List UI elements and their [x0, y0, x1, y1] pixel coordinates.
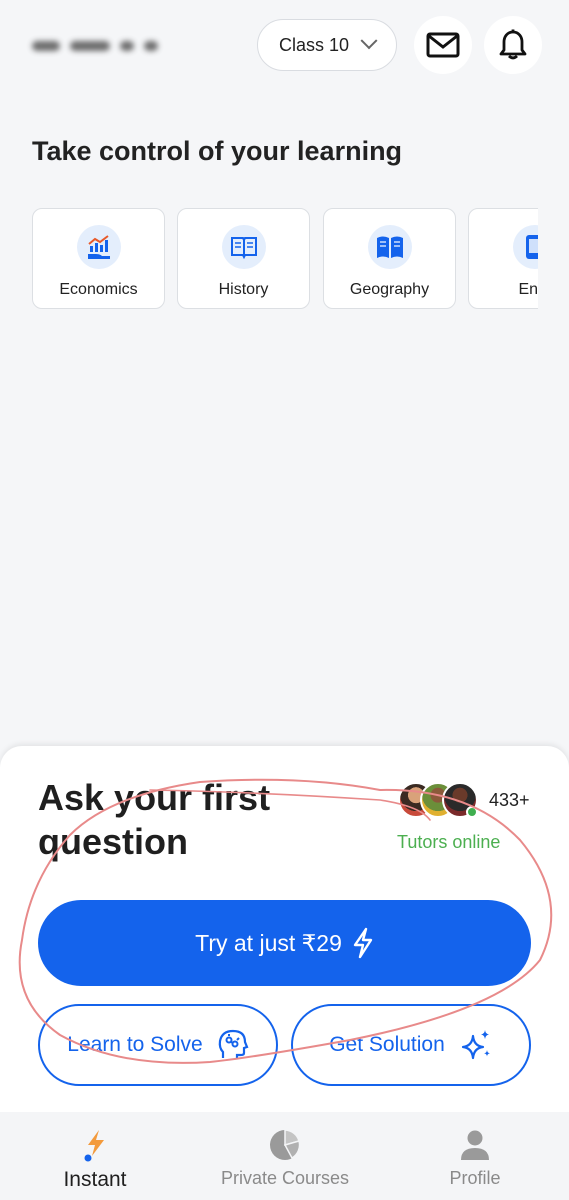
- notification-button[interactable]: [484, 16, 542, 74]
- person-icon: [458, 1128, 492, 1162]
- lightning-icon: [353, 927, 373, 959]
- bottom-navigation: Instant Private Courses Profile: [0, 1112, 569, 1200]
- class-selector[interactable]: Class 10: [257, 19, 397, 71]
- subject-card-history[interactable]: History: [177, 208, 310, 309]
- learning-section-title: Take control of your learning: [32, 136, 403, 166]
- learn-to-solve-button[interactable]: Learn to Solve: [38, 1004, 278, 1086]
- subject-card-geography[interactable]: Geography: [323, 208, 456, 309]
- subject-label: History: [218, 281, 269, 298]
- get-solution-label: Get Solution: [329, 1033, 445, 1056]
- subject-card-english[interactable]: Engl: [468, 208, 538, 309]
- mail-button[interactable]: [414, 16, 472, 74]
- get-solution-button[interactable]: Get Solution: [291, 1004, 531, 1086]
- subject-card-economics[interactable]: Economics: [32, 208, 165, 309]
- subject-label: Engl: [518, 281, 538, 298]
- sparkles-icon: [461, 1030, 490, 1060]
- nav-item-private-courses[interactable]: Private Courses: [205, 1112, 365, 1200]
- tutor-avatars: [398, 782, 480, 818]
- nav-label: Private Courses: [220, 1168, 350, 1188]
- subject-label: Geography: [349, 281, 430, 298]
- nav-item-profile[interactable]: Profile: [430, 1112, 520, 1200]
- try-now-label: Try at just ₹29: [195, 929, 342, 956]
- top-bar: Class 10: [0, 0, 569, 96]
- open-book-icon: [221, 225, 266, 269]
- ask-question-title: Ask your first question: [38, 777, 271, 862]
- subject-carousel[interactable]: Economics History Geography En: [32, 208, 538, 310]
- online-status-dot: [466, 806, 478, 818]
- pie-chart-icon: [268, 1128, 302, 1162]
- subject-label: Economics: [59, 281, 138, 298]
- tutor-count: 433+: [489, 790, 530, 810]
- tablet-icon: [512, 225, 538, 269]
- ask-question-sheet: Ask your first question 433+ Tutors onli…: [0, 746, 569, 1112]
- book-icon: [367, 225, 412, 269]
- chart-hand-icon: [76, 225, 121, 269]
- tutors-online-label: Tutors online: [397, 832, 501, 852]
- nav-label: Profile: [449, 1168, 501, 1188]
- chevron-down-icon: [360, 32, 378, 50]
- class-selector-value: Class 10: [278, 34, 350, 55]
- user-name-redacted: [32, 36, 192, 56]
- nav-label: Instant: [63, 1168, 127, 1191]
- bell-icon: [499, 29, 527, 60]
- mail-icon: [426, 32, 460, 58]
- try-now-button[interactable]: Try at just ₹29: [38, 900, 531, 986]
- nav-item-instant[interactable]: Instant: [50, 1112, 140, 1200]
- learn-to-solve-label: Learn to Solve: [67, 1033, 203, 1056]
- brain-head-icon: [218, 1029, 249, 1059]
- lightning-icon: [78, 1128, 112, 1162]
